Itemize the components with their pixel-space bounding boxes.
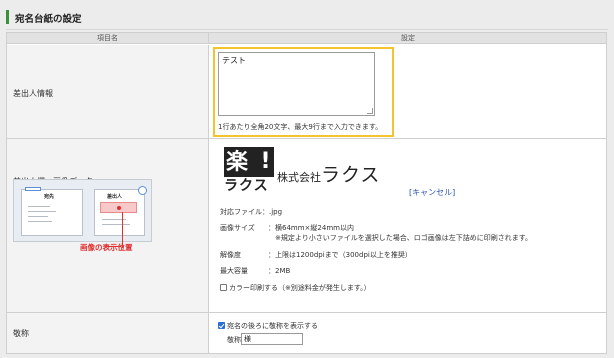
cancel-link[interactable]: [キャンセル] bbox=[409, 187, 455, 198]
row-label-cell: 敬称 bbox=[7, 313, 209, 353]
sender-label: 差出人情報 bbox=[13, 89, 53, 98]
line-mark bbox=[28, 206, 50, 207]
section-header: 宛名台紙の設定 bbox=[0, 0, 614, 32]
highlight-box: テスト 1行あたり全角20文字、最大9行まで入力できます。 bbox=[213, 47, 394, 137]
logo-kana: ラクス bbox=[224, 178, 269, 194]
image-size-line: 画像サイズ ：横64mm×縦24mm以内 ※規定より小さいファイルを選択した場合… bbox=[220, 223, 600, 243]
line-mark bbox=[102, 224, 130, 225]
resolution-label: 解像度 bbox=[220, 251, 241, 259]
position-dot bbox=[117, 206, 121, 210]
line-mark bbox=[28, 211, 56, 212]
row-label-cell: 差出人欄 画像データ 宛先 差出人 bbox=[7, 139, 209, 312]
settings-table: 項目名 設定 差出人情報 テスト 1行あたり全角20文字、最大9行まで入力できま… bbox=[6, 32, 607, 354]
file-type-label: 対応ファイル： bbox=[220, 208, 269, 216]
table-row-image: 差出人欄 画像データ 宛先 差出人 bbox=[7, 139, 606, 313]
color-print-label: カラー印刷する（※別途料金が発生します。） bbox=[229, 284, 371, 292]
row-value-cell: 楽 ! ラクス 株式会社ラクス [キャンセル] 対応ファイル：.jpg 画像サイ… bbox=[210, 139, 606, 312]
color-print-checkbox[interactable] bbox=[220, 284, 227, 291]
table-row-sender: 差出人情報 テスト 1行あたり全角20文字、最大9行まで入力できます。 bbox=[7, 45, 606, 139]
file-type-value: .jpg bbox=[269, 208, 283, 216]
sender-textarea[interactable]: テスト bbox=[218, 52, 375, 116]
section-accent-bar bbox=[6, 10, 9, 24]
show-honorific-checkbox[interactable] bbox=[218, 322, 225, 329]
row-label-cell: 差出人情報 bbox=[7, 45, 209, 138]
section-title: 宛名台紙の設定 bbox=[15, 14, 82, 25]
column-header-setting: 設定 bbox=[401, 34, 415, 42]
honorific-input[interactable]: 様 bbox=[241, 333, 303, 345]
file-type-line: 対応ファイル：.jpg bbox=[220, 207, 282, 217]
recipient-envelope: 宛先 bbox=[21, 187, 83, 236]
resize-grip-icon[interactable] bbox=[367, 108, 373, 114]
zoom-icon bbox=[138, 186, 147, 195]
table-row-honorific: 敬称 宛名の後ろに敬称を表示する 敬称 様 bbox=[7, 313, 606, 353]
stamp-icon bbox=[25, 187, 41, 191]
column-header-item: 項目名 bbox=[7, 33, 209, 44]
logo-company-name: 株式会社ラクス bbox=[277, 160, 380, 187]
max-size-label: 最大容量 bbox=[220, 267, 248, 275]
display-position-illustration: 宛先 差出人 bbox=[13, 179, 152, 248]
company-logo-preview: 楽 ! ラクス 株式会社ラクス bbox=[224, 147, 400, 199]
show-honorific-option[interactable]: 宛名の後ろに敬称を表示する bbox=[218, 321, 318, 331]
line-mark bbox=[28, 216, 48, 217]
image-size-note: ※規定より小さいファイルを選択した場合、ロゴ画像は左下詰めに印刷されます。 bbox=[275, 234, 533, 242]
sender-illus-label: 差出人 bbox=[107, 194, 123, 200]
logo-mark-bang: ! bbox=[260, 149, 271, 174]
line-mark bbox=[28, 221, 52, 222]
sender-input-note: 1行あたり全角20文字、最大9行まで入力できます。 bbox=[218, 123, 383, 131]
sender-textarea-value: テスト bbox=[222, 56, 246, 65]
image-size-value: ：横64mm×縦24mm以内 bbox=[268, 224, 354, 232]
logo-company-prefix: 株式会社 bbox=[277, 171, 321, 184]
sender-envelope: 差出人 bbox=[94, 186, 147, 236]
row-value-cell: 宛名の後ろに敬称を表示する 敬称 様 bbox=[210, 313, 606, 353]
show-honorific-label: 宛名の後ろに敬称を表示する bbox=[227, 322, 318, 330]
max-size-value: ：2MB bbox=[268, 267, 291, 275]
image-size-label: 画像サイズ bbox=[220, 224, 255, 232]
resolution-value: ：上限は1200dpiまで（300dpi以上を推奨） bbox=[268, 251, 412, 259]
logo-company-main: ラクス bbox=[321, 164, 381, 186]
display-position-caption: 画像の表示位置 bbox=[80, 243, 133, 252]
honorific-field-label: 敬称 bbox=[227, 336, 241, 344]
color-print-option[interactable]: カラー印刷する（※別途料金が発生します。） bbox=[220, 283, 371, 293]
recipient-label: 宛先 bbox=[44, 194, 55, 200]
table-header: 項目名 設定 bbox=[7, 33, 606, 44]
section-divider bbox=[6, 29, 608, 30]
row-value-cell: テスト 1行あたり全角20文字、最大9行まで入力できます。 bbox=[210, 45, 606, 138]
honorific-label: 敬称 bbox=[13, 329, 29, 338]
